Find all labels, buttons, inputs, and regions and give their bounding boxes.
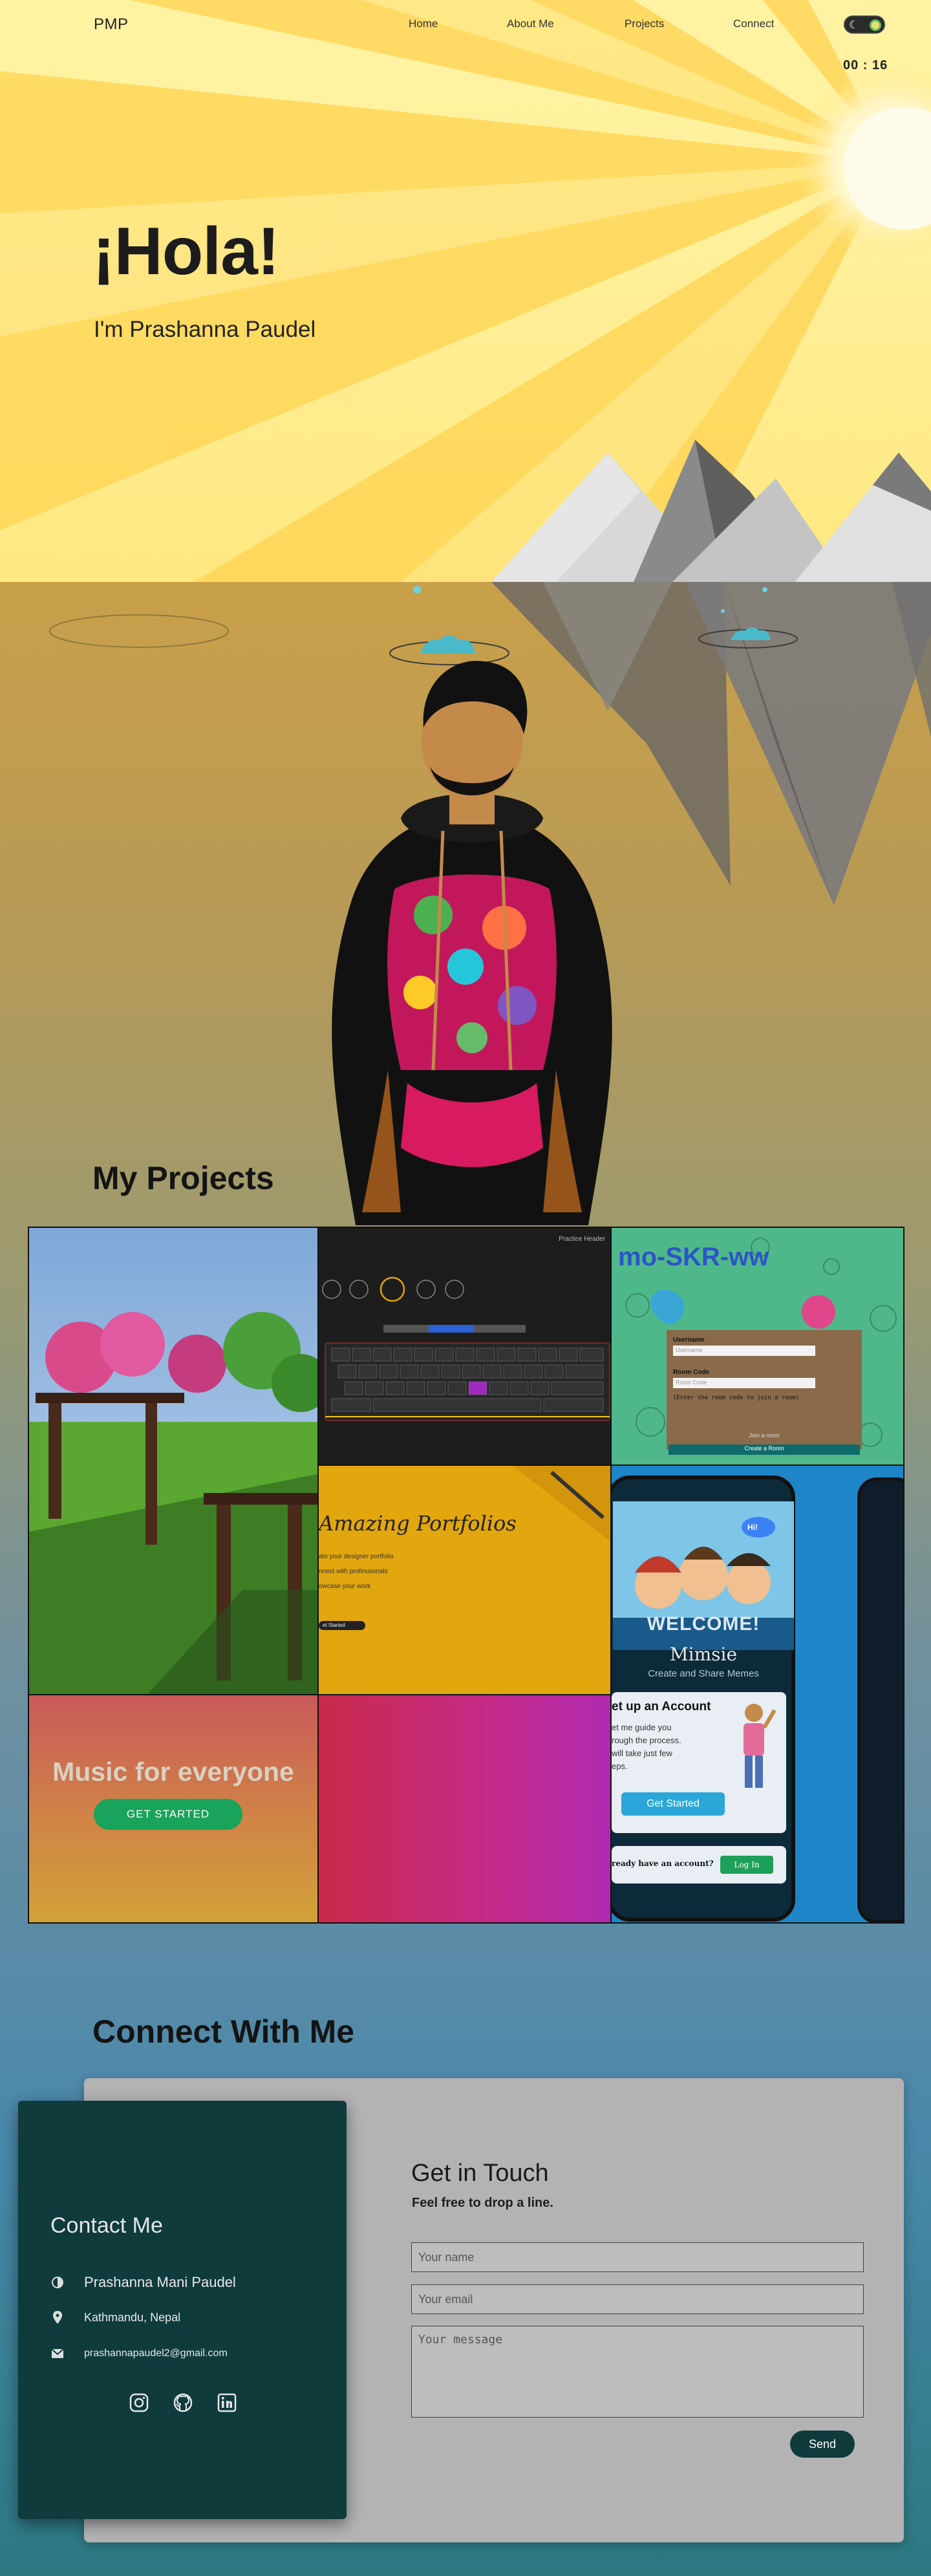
music-title: Music for everyone: [52, 1757, 294, 1787]
connect-section-title: Connect With Me: [92, 2013, 355, 2050]
mimsie-waving-person: [744, 1704, 776, 1788]
contact-name: Prashanna Mani Paudel: [84, 2274, 236, 2290]
skribble-hint: (Enter the room code to join a room): [673, 1395, 800, 1401]
project-tile-mimsie[interactable]: Hi! WELCOME! Mimsie Create and Share Mem…: [610, 1465, 904, 1924]
mimsie-setup-title: et up an Account: [612, 1700, 711, 1713]
skribble-create: Create a Room: [744, 1445, 784, 1452]
project-tile-music[interactable]: Music for everyone GET STARTED: [28, 1694, 319, 1924]
mimsie-login: Log In: [720, 1856, 773, 1874]
typing-app-image: [322, 1276, 610, 1421]
contact-title: Contact Me: [50, 2213, 163, 2238]
instagram-icon[interactable]: [128, 2392, 150, 2414]
mimsie-tagline: Create and Share Memes: [648, 1668, 759, 1679]
nav-link-about[interactable]: About Me: [507, 17, 554, 30]
top-navigation: PMP Home About Me Projects Connect ☾ 00 …: [0, 0, 931, 72]
mimsie-get-started: Get Started: [621, 1792, 725, 1816]
send-button[interactable]: Send: [790, 2431, 855, 2458]
project-tile-typing[interactable]: Practice Header: [317, 1227, 612, 1466]
mimsie-have-account: ready have an account?: [612, 1859, 714, 1868]
portfolio-line-3: owcase your work: [319, 1583, 371, 1590]
portfolio-line-2: nnect with professionals: [319, 1568, 388, 1575]
mimsie-app-name: Mimsie: [669, 1644, 738, 1665]
nav-link-projects[interactable]: Projects: [625, 17, 664, 30]
skribble-username-input: Username: [673, 1346, 815, 1356]
contact-card: Contact Me Prashanna Mani Paudel Kathman…: [18, 2101, 347, 2519]
project-tile-portfolios[interactable]: Amazing Portfolios ate your designer por…: [317, 1465, 612, 1695]
mimsie-setup-line-2: rough the process.: [612, 1735, 681, 1745]
person-illustration: [332, 660, 612, 1225]
project-tile-skribble[interactable]: mo-SKR-ww Username Username Room Code Ro…: [610, 1227, 904, 1466]
person-icon: [50, 2275, 65, 2290]
mimsie-setup-line-3: will take just few: [612, 1748, 672, 1758]
site-logo[interactable]: PMP: [94, 16, 129, 34]
project-tile-garden[interactable]: [28, 1227, 319, 1695]
music-get-started-button[interactable]: GET STARTED: [94, 1799, 242, 1830]
projects-grid: Practice Header mo-SKR-ww Username Usern…: [28, 1227, 904, 1924]
project-tile-gradient[interactable]: [317, 1694, 612, 1924]
message-textarea[interactable]: [411, 2326, 864, 2418]
contact-location: Kathmandu, Nepal: [84, 2310, 181, 2324]
contact-email[interactable]: prashannapaudel2@gmail.com: [84, 2348, 228, 2359]
linkedin-icon[interactable]: [216, 2392, 238, 2414]
nav-link-home[interactable]: Home: [409, 17, 438, 30]
toggle-knob: [870, 19, 881, 31]
mail-icon: [50, 2346, 65, 2361]
github-icon[interactable]: [172, 2392, 194, 2414]
mimsie-bubble: Hi!: [747, 1523, 758, 1532]
second-phone-frame: [857, 1477, 903, 1922]
garden-scene-image: [29, 1228, 317, 1694]
portfolio-bg-image: [513, 1466, 610, 1541]
email-input[interactable]: [411, 2284, 864, 2314]
contact-location-row: Kathmandu, Nepal: [50, 2310, 180, 2324]
timer-readout: 00 : 16: [843, 58, 888, 72]
hero-intro: I'm Prashanna Paudel: [94, 317, 316, 342]
social-links: [128, 2392, 238, 2414]
typing-header-text: Practice Header: [559, 1236, 605, 1243]
sun-rays-illustration: [0, 0, 931, 582]
theme-toggle[interactable]: ☾: [844, 16, 885, 34]
mimsie-setup-line-4: eps.: [612, 1761, 628, 1771]
projects-section-title: My Projects: [92, 1160, 274, 1196]
mimsie-setup-line-1: et me guide you: [612, 1723, 672, 1732]
contact-email-row: prashannapaudel2@gmail.com: [50, 2346, 228, 2361]
skribble-username-label: Username: [673, 1336, 705, 1344]
name-input[interactable]: [411, 2242, 864, 2272]
form-subtitle: Feel free to drop a line.: [412, 2196, 553, 2210]
contact-name-row: Prashanna Mani Paudel: [50, 2274, 236, 2291]
skribble-room-input: Room Code: [673, 1378, 815, 1388]
nav-link-connect[interactable]: Connect: [733, 17, 774, 30]
portfolio-title: Amazing Portfolios: [319, 1511, 517, 1536]
moon-icon: ☾: [849, 19, 859, 31]
portfolio-line-1: ate your designer portfolio: [319, 1553, 394, 1560]
hero-greeting: ¡Hola!: [92, 214, 280, 289]
location-pin-icon: [50, 2310, 65, 2324]
mimsie-welcome: WELCOME!: [647, 1613, 760, 1635]
svg-text:mo-SKR-ww: mo-SKR-ww: [618, 1243, 769, 1271]
skribble-room-label: Room Code: [673, 1369, 710, 1376]
skribble-join: Join a room: [749, 1432, 780, 1439]
portfolio-cta: et Started: [319, 1621, 365, 1630]
hero-section: PMP Home About Me Projects Connect ☾ 00 …: [0, 0, 931, 582]
form-title: Get in Touch: [411, 2160, 549, 2187]
